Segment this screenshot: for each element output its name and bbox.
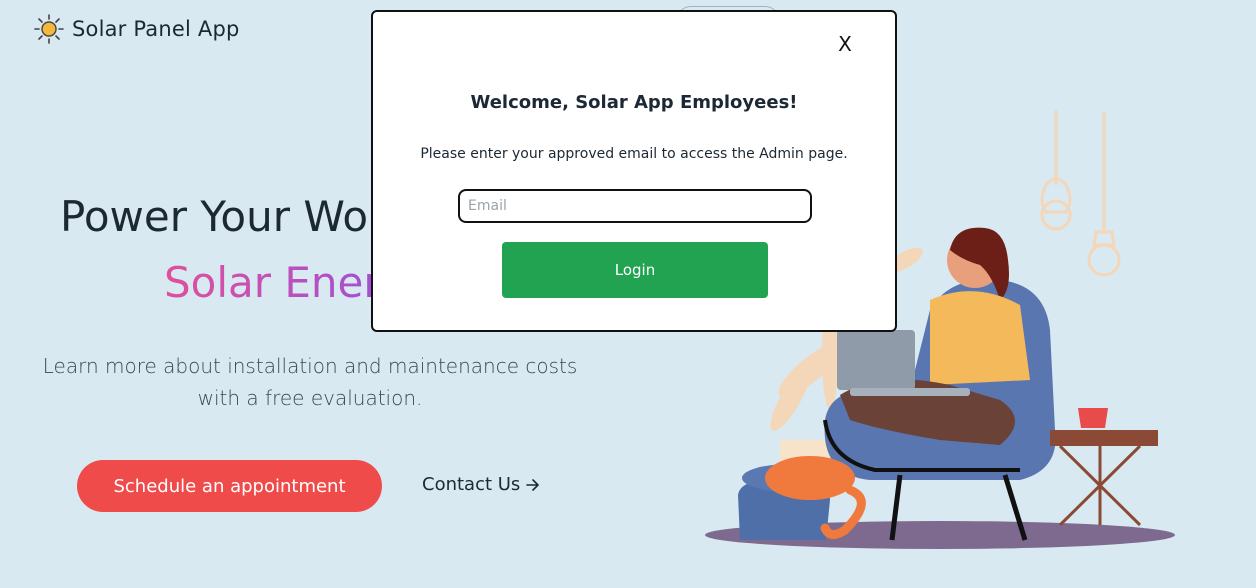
modal-title: Welcome, Solar App Employees! bbox=[470, 92, 798, 113]
email-field[interactable] bbox=[458, 189, 812, 223]
brand[interactable]: Solar Panel App bbox=[34, 14, 240, 44]
modal-message: Please enter your approved email to acce… bbox=[420, 146, 848, 162]
cat-icon bbox=[765, 456, 855, 500]
admin-login-modal: X Welcome, Solar App Employees! Please e… bbox=[371, 10, 897, 332]
close-icon[interactable]: X bbox=[833, 32, 857, 56]
contact-us-link[interactable]: Contact Us bbox=[422, 474, 542, 495]
hero-title: Power Your Wo bbox=[60, 192, 369, 241]
hero-accent-text: Solar Ener bbox=[164, 258, 381, 307]
schedule-appointment-button[interactable]: Schedule an appointment bbox=[77, 460, 382, 512]
sun-icon bbox=[34, 14, 64, 44]
brand-name: Solar Panel App bbox=[72, 17, 240, 41]
hero-description: Learn more about installation and mainte… bbox=[42, 354, 578, 410]
login-button[interactable]: Login bbox=[502, 242, 768, 298]
contact-us-label: Contact Us bbox=[422, 474, 521, 495]
arrow-right-icon bbox=[526, 478, 540, 491]
cup-icon bbox=[1078, 408, 1108, 428]
lamp-icon bbox=[1040, 110, 1121, 277]
